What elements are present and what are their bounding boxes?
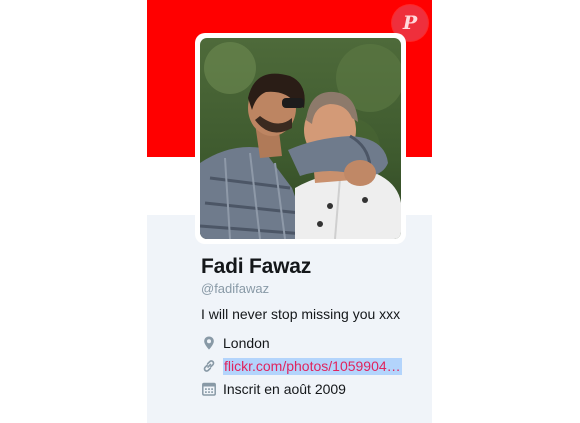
location-pin-icon	[201, 335, 217, 351]
location-text: London	[223, 335, 270, 351]
profile-joined: Inscrit en août 2009	[201, 380, 346, 398]
profile-url-link[interactable]: flickr.com/photos/1059904…	[223, 357, 402, 375]
avatar[interactable]	[200, 38, 401, 239]
profile-url[interactable]: flickr.com/photos/1059904…	[201, 357, 402, 375]
calendar-icon	[201, 381, 217, 397]
avatar-frame[interactable]	[195, 33, 406, 244]
profile-location: London	[201, 334, 270, 352]
profile-handle[interactable]: @fadifawaz	[201, 281, 269, 296]
link-icon	[201, 358, 217, 374]
p-logo-letter: P	[402, 12, 418, 34]
profile-name[interactable]: Fadi Fawaz	[201, 255, 311, 279]
avatar-photo	[200, 38, 401, 239]
joined-text: Inscrit en août 2009	[223, 381, 346, 397]
profile-bio: I will never stop missing you xxx	[201, 306, 401, 322]
